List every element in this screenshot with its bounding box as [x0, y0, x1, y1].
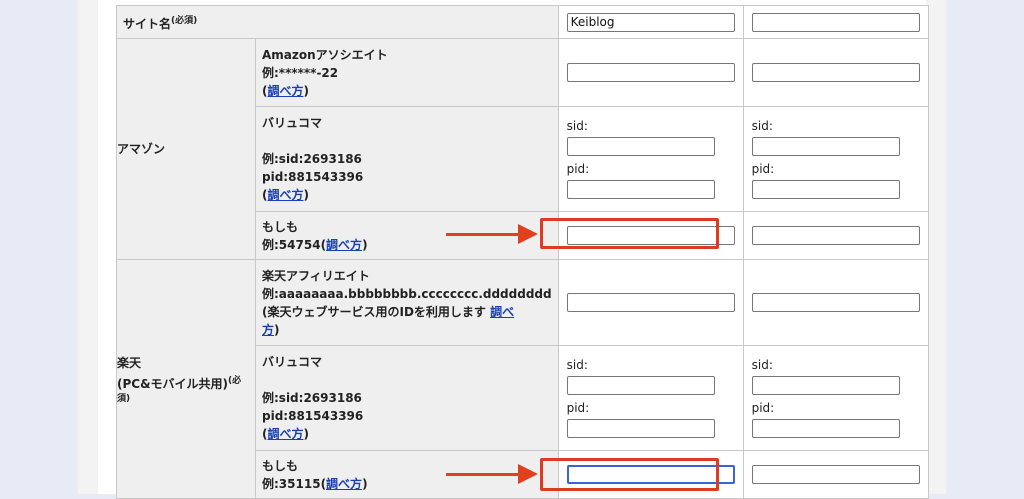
- rakuten-moshimo-arrow-icon: [446, 473, 522, 476]
- rakuten-affiliate-name: 楽天アフィリエイト: [262, 268, 370, 283]
- site-name-input-1[interactable]: [566, 12, 735, 32]
- site-name-row: サイト名(必須): [116, 5, 929, 39]
- amazon-associate-label-cell: Amazonアソシエイト 例:******-22 (調べ方): [255, 38, 559, 107]
- rakuten-affiliate-note: (楽天ウェブサービス用のIDを利用します: [262, 304, 491, 319]
- rakuten-category-sublabel: (PC&モバイル共用): [117, 376, 229, 391]
- rakuten-valuecommerce-input-cell-2: sid: pid:: [742, 345, 929, 451]
- amazon-associate-row: アマゾン Amazonアソシエイト 例:******-22 (調べ方): [116, 38, 929, 260]
- rakuten-category-label: 楽天: [117, 355, 142, 370]
- rakuten-affiliate-input-2[interactable]: [751, 293, 920, 312]
- rakuten-category-cell: 楽天 (PC&モバイル共用)(必 須): [116, 259, 256, 499]
- rakuten-valuecommerce-sid-input-1[interactable]: [566, 376, 715, 395]
- sid-label: sid:: [566, 358, 588, 372]
- required-mark: (必: [228, 375, 242, 386]
- rakuten-valuecommerce-pid-input-2[interactable]: [751, 419, 900, 438]
- amazon-valuecommerce-sid-input-2[interactable]: [751, 137, 900, 156]
- rakuten-valuecommerce-example-pid: pid:881543396: [262, 409, 364, 423]
- amazon-associate-input-1[interactable]: [566, 63, 735, 82]
- amazon-valuecommerce-pid-input-1[interactable]: [566, 180, 715, 199]
- amazon-valuecommerce-input-cell-2: sid: pid:: [742, 106, 929, 212]
- amazon-category-cell: アマゾン: [116, 38, 256, 260]
- amazon-moshimo-arrow-head-icon: [518, 224, 538, 244]
- rakuten-valuecommerce-label-cell: バリュコマ 例:sid:2693186 pid:881543396 (調べ方): [255, 345, 559, 451]
- amazon-moshimo-arrow-icon: [446, 233, 522, 236]
- rakuten-moshimo-highlight-box: [540, 458, 719, 491]
- sid-label: sid:: [751, 119, 773, 133]
- rakuten-affiliate-input-cell-2: [742, 259, 929, 346]
- site-name-input-cell-2: [742, 5, 929, 39]
- amazon-valuecommerce-howto-link[interactable]: 調べ方: [267, 188, 303, 202]
- site-name-input-cell: [557, 5, 744, 39]
- paren-close: ): [303, 83, 309, 98]
- rakuten-valuecommerce-example-sid: 例:sid:2693186: [262, 391, 362, 405]
- amazon-moshimo-input-cell-2: [742, 211, 929, 260]
- amazon-category-label: アマゾン: [117, 142, 166, 156]
- rakuten-affiliate-input-1[interactable]: [566, 293, 735, 312]
- pid-label: pid:: [751, 162, 775, 176]
- amazon-valuecommerce-example-sid: 例:sid:2693186: [262, 152, 362, 166]
- pid-label: pid:: [751, 401, 775, 415]
- required-mark: (必須): [171, 15, 198, 26]
- rakuten-moshimo-arrow-head-icon: [518, 464, 538, 484]
- amazon-valuecommerce-label-cell: バリュコマ 例:sid:2693186 pid:881543396 (調べ方): [255, 106, 559, 212]
- amazon-associate-input-2[interactable]: [751, 63, 920, 82]
- amazon-valuecommerce-name: バリュコマ: [262, 116, 323, 130]
- rakuten-affiliate-label-cell: 楽天アフィリエイト 例:aaaaaaaa.bbbbbbbb.cccccccc.d…: [255, 259, 559, 346]
- paren-close: ): [303, 427, 309, 441]
- affiliate-settings-table: サイト名(必須) アマゾン Amazonアソシエイト 例:******-22 (…: [116, 5, 929, 499]
- rakuten-affiliate-input-cell-1: [557, 259, 744, 346]
- amazon-associate-input-cell-1: [557, 38, 744, 107]
- paren-close: ): [303, 188, 309, 202]
- rakuten-valuecommerce-sid-input-2[interactable]: [751, 376, 900, 395]
- rakuten-affiliate-example: 例:aaaaaaaa.bbbbbbbb.cccccccc.dddddddd: [262, 286, 552, 301]
- amazon-moshimo-example: 例:54754: [262, 237, 321, 252]
- amazon-associate-howto-link[interactable]: 調べ方: [267, 84, 303, 98]
- site-name-label: サイト名: [123, 16, 172, 31]
- rakuten-moshimo-name: もしも: [262, 458, 299, 473]
- amazon-valuecommerce-input-cell-1: sid: pid:: [557, 106, 744, 212]
- rakuten-valuecommerce-input-cell-1: sid: pid:: [557, 345, 744, 451]
- rakuten-valuecommerce-howto-link[interactable]: 調べ方: [267, 427, 303, 441]
- amazon-valuecommerce-pid-input-2[interactable]: [751, 180, 900, 199]
- rakuten-affiliate-row: 楽天 (PC&モバイル共用)(必 須) 楽天アフィリエイト 例:aaaaaaaa…: [116, 259, 929, 499]
- amazon-valuecommerce-sid-input-1[interactable]: [566, 137, 715, 156]
- amazon-valuecommerce-example-pid: pid:881543396: [262, 170, 364, 184]
- site-name-input-2[interactable]: [751, 12, 920, 32]
- rakuten-moshimo-example: 例:35115: [262, 476, 321, 491]
- amazon-moshimo-input-2[interactable]: [751, 226, 920, 245]
- amazon-moshimo-highlight-box: [540, 218, 719, 249]
- required-mark-cont: 須): [117, 393, 131, 404]
- rakuten-affiliate-howto-link-cont[interactable]: 方: [262, 323, 274, 337]
- paren-close: ): [274, 322, 280, 337]
- rakuten-moshimo-input-cell-2: [742, 450, 929, 499]
- rakuten-moshimo-input-2[interactable]: [751, 465, 920, 484]
- rakuten-moshimo-howto-link[interactable]: 調べ方: [326, 477, 362, 491]
- amazon-associate-input-cell-2: [742, 38, 929, 107]
- amazon-associate-example: 例:******-22: [262, 65, 339, 80]
- paren-close: ): [362, 237, 368, 252]
- amazon-associate-name: Amazonアソシエイト: [262, 47, 388, 62]
- sid-label: sid:: [751, 358, 773, 372]
- site-name-label-cell: サイト名(必須): [116, 5, 559, 39]
- sid-label: sid:: [566, 119, 588, 133]
- rakuten-valuecommerce-pid-input-1[interactable]: [566, 419, 715, 438]
- pid-label: pid:: [566, 401, 590, 415]
- amazon-moshimo-howto-link[interactable]: 調べ方: [326, 238, 362, 252]
- rakuten-valuecommerce-name: バリュコマ: [262, 355, 323, 369]
- paren-close: ): [362, 476, 368, 491]
- pid-label: pid:: [566, 162, 590, 176]
- rakuten-affiliate-howto-link[interactable]: 調べ: [490, 305, 514, 319]
